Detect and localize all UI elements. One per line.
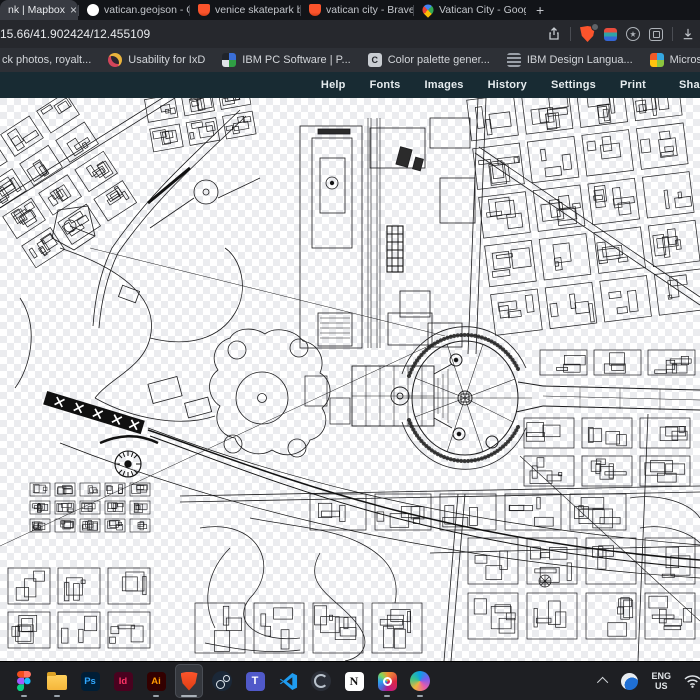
brave-icon [198, 4, 210, 16]
new-tab-button[interactable]: + [526, 2, 554, 18]
bookmark-favicon [506, 53, 521, 67]
sphere-app-icon [311, 671, 332, 692]
taskbar-steam[interactable] [208, 664, 236, 698]
transparency-checker [0, 98, 700, 661]
bookmarks-bar: ck photos, royalt... Usability for IxD I… [0, 48, 700, 72]
menu-settings[interactable]: Settings [551, 79, 596, 91]
tab-label: vatican city - Brave Search [326, 4, 413, 16]
map-app-header: Help Fonts Images History Settings Print… [0, 72, 700, 98]
map-canvas[interactable] [0, 98, 700, 661]
tab-label: nk | Mapbox [8, 4, 66, 16]
bookmark-color-palette[interactable]: C Color palette gener... [367, 53, 490, 67]
bookmark-ibm-pc-software[interactable]: IBM PC Software | P... [222, 53, 351, 67]
address-bar[interactable]: 15.66/41.902424/12.455109 [0, 27, 539, 41]
bookmark-ibm-design[interactable]: IBM Design Langua... [506, 53, 633, 67]
taskbar-photos[interactable] [373, 664, 401, 698]
tab-github[interactable]: vatican.geojson - GitHub [79, 0, 189, 20]
bookmark-favicon [222, 53, 237, 67]
browser-toolbar: 15.66/41.902424/12.455109 [0, 20, 700, 48]
windows-taskbar: Ps Id Ai T N ENG US [0, 661, 700, 700]
teams-icon: T [245, 671, 266, 692]
browser-tab-strip: nk | Mapbox × vatican.geojson - GitHub v… [0, 0, 700, 20]
tray-wifi-icon[interactable] [684, 674, 700, 688]
taskbar-photoshop[interactable]: Ps [76, 664, 104, 698]
bookmark-label: Microsoft Windows... [669, 54, 700, 66]
github-icon [87, 4, 99, 16]
taskbar-figma[interactable] [10, 664, 38, 698]
illustrator-icon: Ai [146, 671, 167, 692]
tab-google-maps[interactable]: Vatican City - Google Maps [414, 0, 526, 20]
tab-close-icon[interactable]: × [70, 3, 77, 17]
menu-help[interactable]: Help [321, 79, 346, 91]
tab-mapbox[interactable]: nk | Mapbox × [0, 0, 78, 20]
bookmark-label: Usability for IxD [128, 54, 206, 66]
brave-icon [179, 671, 200, 692]
divider [672, 27, 673, 41]
brave-icon [309, 4, 321, 16]
bookmark-favicon [108, 53, 123, 67]
taskbar-illustrator[interactable]: Ai [142, 664, 170, 698]
sunburst-fountain [114, 450, 142, 478]
tray-chevron-up-icon[interactable] [597, 676, 609, 689]
tray-cloud-icon[interactable] [621, 672, 639, 690]
figma-icon [14, 671, 35, 692]
bookmark-label: ck photos, royalt... [2, 54, 92, 66]
menu-fonts[interactable]: Fonts [370, 79, 401, 91]
divider [570, 27, 571, 41]
bookmark-label: IBM PC Software | P... [242, 54, 351, 66]
bookmark-stock-photos[interactable]: ck photos, royalt... [2, 54, 91, 66]
tab-label: Vatican City - Google Maps [439, 4, 526, 16]
tab-label: vatican.geojson - GitHub [104, 4, 189, 16]
taskbar-brave[interactable] [175, 664, 203, 698]
extension-star-icon[interactable] [626, 27, 640, 41]
bookmark-favicon [649, 53, 664, 67]
menu-share-label: Share [679, 79, 700, 91]
menu-images[interactable]: Images [425, 79, 464, 91]
notion-icon: N [344, 671, 365, 692]
taskbar-vscode[interactable] [274, 664, 302, 698]
copilot-icon [410, 671, 431, 692]
taskbar-sphere-app[interactable] [307, 664, 335, 698]
bookmark-favicon: C [367, 53, 382, 67]
map-viewport [0, 98, 700, 661]
photoshop-icon: Ps [80, 671, 101, 692]
taskbar-indesign[interactable]: Id [109, 664, 137, 698]
extension-box-icon[interactable] [649, 27, 663, 41]
download-icon[interactable] [682, 27, 694, 41]
menu-share[interactable]: Share [674, 78, 700, 92]
share-icon[interactable] [547, 27, 561, 41]
google-maps-pin-icon [420, 2, 436, 18]
bookmark-label: Color palette gener... [387, 54, 490, 66]
tab-label: venice skatepark blueprints - B [215, 4, 300, 16]
taskbar-file-explorer[interactable] [43, 664, 71, 698]
menu-history[interactable]: History [488, 79, 527, 91]
taskbar-notion[interactable]: N [340, 664, 368, 698]
bookmark-label: IBM Design Langua... [526, 54, 633, 66]
brave-shield-icon[interactable] [580, 23, 599, 42]
taskbar-teams[interactable]: T [241, 664, 269, 698]
tray-language-switcher[interactable]: ENG US [651, 671, 671, 691]
steam-icon [212, 671, 233, 692]
vscode-icon [278, 671, 299, 692]
bookmark-usability-ixd[interactable]: Usability for IxD [108, 53, 205, 67]
shield-badge [591, 23, 599, 31]
tab-brave-search-1[interactable]: venice skatepark blueprints - B [190, 0, 300, 20]
photos-icon [377, 671, 398, 692]
indesign-icon: Id [113, 671, 134, 692]
taskbar-copilot[interactable] [406, 664, 434, 698]
bookmark-microsoft-windows[interactable]: Microsoft Windows... [649, 53, 700, 67]
tab-brave-search-2[interactable]: vatican city - Brave Search [301, 0, 413, 20]
menu-print[interactable]: Print [620, 79, 646, 91]
extension-palette-icon[interactable] [604, 27, 617, 41]
file-explorer-icon [47, 671, 68, 692]
